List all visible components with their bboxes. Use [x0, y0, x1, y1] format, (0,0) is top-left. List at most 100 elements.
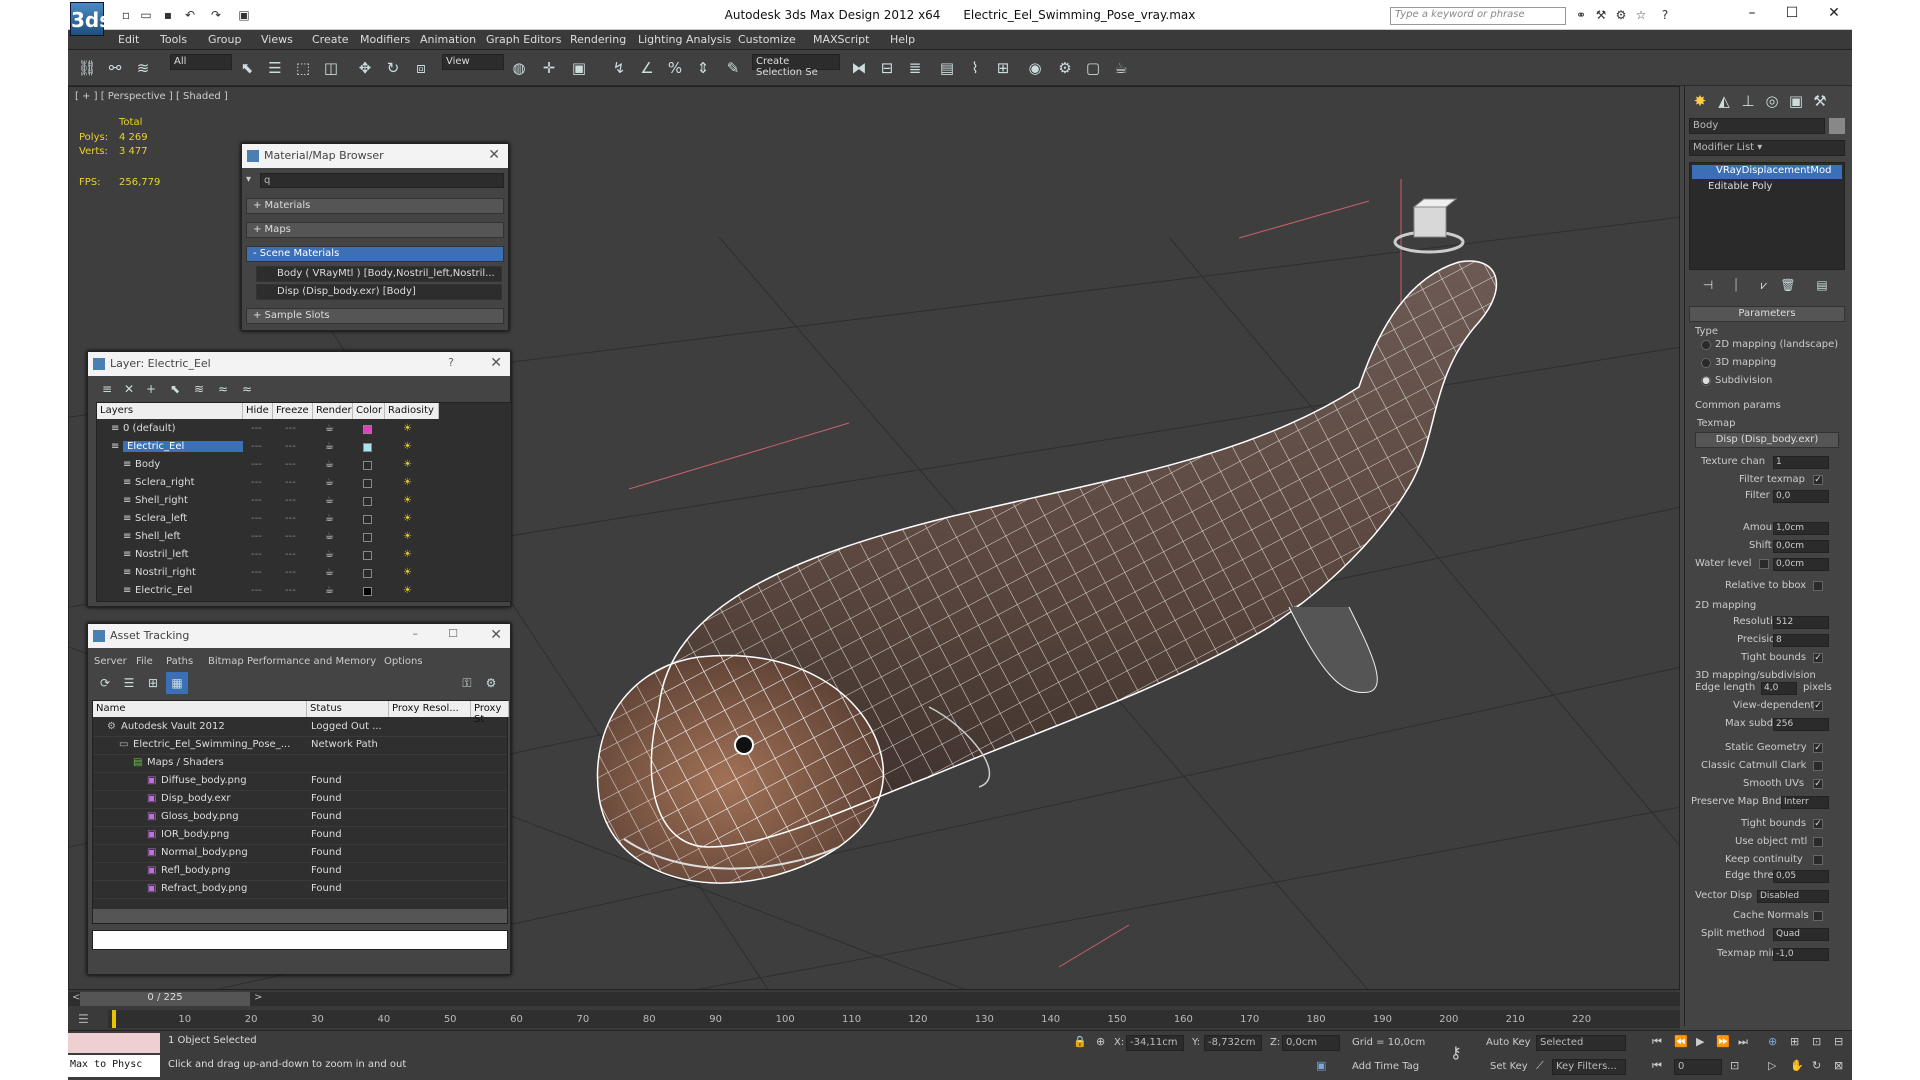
pin-stack-icon[interactable]: ⊣: [1697, 274, 1719, 296]
asset-name[interactable]: Normal_body.png: [161, 847, 248, 858]
rollout-maps[interactable]: + Maps: [246, 222, 504, 238]
col-render[interactable]: Render: [313, 403, 353, 419]
rollout-scene-materials[interactable]: - Scene Materials: [246, 246, 504, 262]
layer-row[interactable]: ≡ Nostril_left --- --- ☕ ☀: [97, 547, 511, 565]
move-icon[interactable]: ✥: [354, 57, 376, 79]
show-end-result-icon[interactable]: ⏐: [1725, 274, 1747, 296]
layer-color-swatch[interactable]: [363, 443, 372, 452]
search-options-icon[interactable]: ▾: [246, 174, 251, 185]
x-coordinate[interactable]: -34,11cm: [1126, 1035, 1184, 1051]
render-teapot-icon[interactable]: ☕: [325, 567, 334, 578]
hide-toggle[interactable]: ---: [251, 513, 262, 524]
edge-length-spinner[interactable]: 4,0: [1761, 682, 1797, 695]
play-icon[interactable]: ▶: [1696, 1035, 1704, 1048]
edit-named-selection-icon[interactable]: ✎: [722, 57, 744, 79]
menu-rendering[interactable]: Rendering: [570, 33, 626, 46]
render-teapot-icon[interactable]: ☕: [325, 477, 334, 488]
col-status[interactable]: Status: [307, 701, 389, 717]
freeze-toggle[interactable]: ---: [285, 441, 296, 452]
asset-name[interactable]: Gloss_body.png: [161, 811, 239, 822]
radiosity-icon[interactable]: ☀: [403, 513, 412, 524]
layer-name[interactable]: Sclera_left: [135, 513, 187, 524]
radiosity-icon[interactable]: ☀: [403, 423, 412, 434]
menu-lighting-analysis[interactable]: Lighting Analysis: [638, 33, 731, 46]
hide-toggle[interactable]: ---: [251, 441, 262, 452]
filter-blur-spinner[interactable]: 0,0: [1773, 490, 1829, 503]
undo-icon[interactable]: ↶: [182, 7, 198, 23]
keep-continuity-checkbox[interactable]: [1813, 855, 1823, 865]
stack-item-editable-poly[interactable]: Editable Poly: [1692, 181, 1842, 195]
object-name-field[interactable]: Body: [1689, 118, 1825, 134]
rollout-sample-slots[interactable]: + Sample Slots: [246, 308, 504, 324]
keyboard-shortcut-icon[interactable]: ▣: [568, 57, 590, 79]
asset-name[interactable]: Electric_Eel_Swimming_Pose_...: [133, 739, 290, 750]
vector-disp-dropdown[interactable]: Disabled: [1757, 890, 1829, 903]
list-view-icon[interactable]: ☰: [118, 672, 140, 694]
asset-row[interactable]: ▣ IOR_body.png Found: [93, 827, 507, 845]
transform-mode-icon[interactable]: ⊕: [1096, 1035, 1105, 1048]
zoom-extents-all-icon[interactable]: ⊟: [1834, 1035, 1843, 1048]
col-proxy-status[interactable]: Proxy St: [471, 701, 509, 725]
render-teapot-icon[interactable]: ☕: [325, 531, 334, 542]
time-config-icon[interactable]: ⊡: [1730, 1059, 1739, 1072]
material-item-disp[interactable]: Disp (Disp_body.exr) [Body]: [256, 284, 502, 300]
asset-name[interactable]: Autodesk Vault 2012: [121, 721, 225, 732]
asset-row[interactable]: ▣ Refl_body.png Found: [93, 863, 507, 881]
key-mode-dropdown[interactable]: Selected: [1536, 1035, 1626, 1051]
maximize-viewport-icon[interactable]: ⊠: [1834, 1059, 1843, 1072]
asset-menu-file[interactable]: File: [136, 656, 153, 667]
named-selection-set-dropdown[interactable]: Create Selection Se: [752, 54, 840, 78]
relative-bbox-checkbox[interactable]: [1813, 581, 1823, 591]
hide-toggle[interactable]: ---: [251, 567, 262, 578]
menu-customize[interactable]: Customize: [738, 33, 796, 46]
render-teapot-icon[interactable]: ☕: [325, 585, 334, 596]
precision-spinner[interactable]: 8: [1773, 634, 1829, 647]
col-radiosity[interactable]: Radiosity: [385, 403, 439, 419]
table-view-icon[interactable]: ▦: [166, 672, 188, 694]
viewport-label[interactable]: [ + ] [ Perspective ] [ Shaded ]: [75, 91, 228, 102]
zoom-extents-icon[interactable]: ⊡: [1812, 1035, 1821, 1048]
snaps-toggle-icon[interactable]: ↯: [608, 57, 630, 79]
layer-row[interactable]: ≡ Shell_right --- --- ☕ ☀: [97, 493, 511, 511]
layer-color-swatch[interactable]: [363, 497, 372, 506]
classic-catmull-checkbox[interactable]: [1813, 761, 1823, 771]
select-by-name-icon[interactable]: ☰: [264, 57, 286, 79]
render-teapot-icon[interactable]: ☕: [325, 549, 334, 560]
communication-icon[interactable]: ⚙: [1613, 7, 1629, 23]
maximize-icon[interactable]: ☐: [448, 627, 458, 640]
key-filters-button[interactable]: Key Filters...: [1552, 1059, 1626, 1075]
maximize-icon[interactable]: ☐: [1778, 5, 1806, 25]
freeze-toggle[interactable]: ---: [285, 513, 296, 524]
radiosity-icon[interactable]: ☀: [403, 495, 412, 506]
set-key-button[interactable]: Set Key: [1490, 1061, 1528, 1072]
y-coordinate[interactable]: -8,732cm: [1204, 1035, 1262, 1051]
help-icon[interactable]: ?: [1657, 7, 1673, 23]
resolution-spinner[interactable]: 512: [1773, 616, 1829, 629]
freeze-toggle[interactable]: ---: [285, 549, 296, 560]
shift-spinner[interactable]: 0,0cm: [1773, 540, 1829, 553]
radiosity-icon[interactable]: ☀: [403, 459, 412, 470]
freeze-toggle[interactable]: ---: [285, 477, 296, 488]
asset-menu-paths[interactable]: Paths: [166, 656, 193, 667]
current-frame-field[interactable]: 0: [1674, 1059, 1722, 1075]
subscription-icon[interactable]: ⚒: [1593, 7, 1609, 23]
layer-name[interactable]: Electric_Eel: [123, 441, 243, 452]
add-to-layer-icon[interactable]: +: [140, 378, 162, 400]
view-dependent-checkbox[interactable]: ✓: [1813, 701, 1823, 711]
vault-icon[interactable]: ⚿: [456, 672, 478, 694]
material-search-input[interactable]: q: [260, 173, 504, 188]
asset-name[interactable]: Disp_body.exr: [161, 793, 231, 804]
split-method-dropdown[interactable]: Quad: [1773, 928, 1829, 941]
asset-name[interactable]: Diffuse_body.png: [161, 775, 247, 786]
layer-row[interactable]: ≡ Sclera_right --- --- ☕ ☀: [97, 475, 511, 493]
tree-view-icon[interactable]: ⊞: [142, 672, 164, 694]
preserve-map-dropdown[interactable]: Interr: [1781, 796, 1829, 809]
create-tab-icon[interactable]: ✸: [1689, 90, 1711, 112]
asset-path-field[interactable]: [92, 930, 508, 950]
close-icon[interactable]: ✕: [1820, 5, 1848, 25]
key-mode-icon[interactable]: ⏮: [1652, 1059, 1662, 1073]
select-manipulate-icon[interactable]: ✛: [538, 57, 560, 79]
object-color-swatch[interactable]: [1829, 118, 1845, 134]
graphite-tools-icon[interactable]: ▤: [936, 57, 958, 79]
menu-graph-editors[interactable]: Graph Editors: [486, 33, 562, 46]
